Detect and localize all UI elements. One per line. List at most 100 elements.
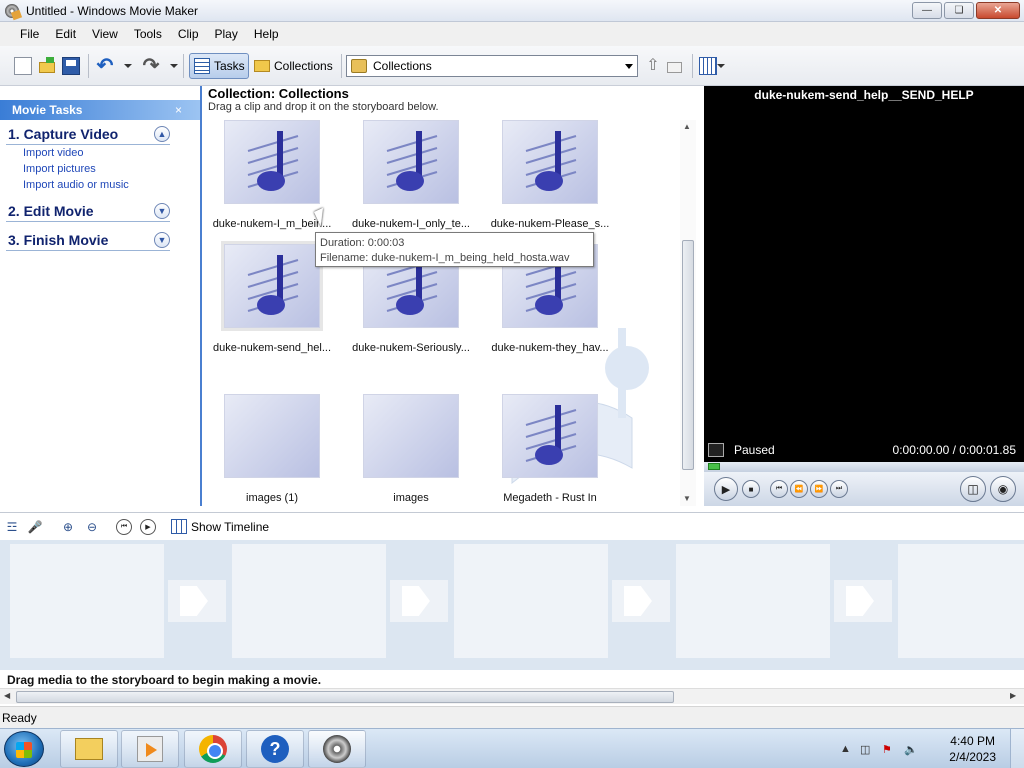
storyboard[interactable] bbox=[0, 540, 1024, 670]
action-center-icon[interactable]: ⚑ bbox=[882, 743, 892, 756]
scroll-thumb[interactable] bbox=[682, 240, 694, 470]
collections-button[interactable]: Collections bbox=[252, 53, 338, 79]
minimize-button[interactable]: — bbox=[912, 2, 942, 19]
menu-view[interactable]: View bbox=[84, 27, 126, 41]
chrome-icon bbox=[199, 735, 227, 763]
set-audio-levels-icon[interactable]: ☲ bbox=[4, 519, 20, 535]
movie-maker-app-icon[interactable] bbox=[4, 3, 23, 20]
split-clip-button[interactable]: ◫ bbox=[960, 476, 986, 502]
undo-dropdown-icon[interactable] bbox=[124, 64, 132, 68]
clip-item[interactable]: Megadeth - Rust In bbox=[480, 394, 620, 504]
tasks-button[interactable]: Tasks bbox=[189, 53, 249, 79]
show-timeline-button[interactable]: Show Timeline bbox=[171, 519, 269, 534]
clip-item[interactable]: duke-nukem-I_only_te... bbox=[341, 120, 481, 230]
collection-header: Collection: Collections Drag a clip and … bbox=[208, 86, 439, 113]
start-button[interactable] bbox=[4, 731, 44, 767]
play-storyboard-icon[interactable]: ▶ bbox=[140, 519, 156, 535]
narrate-timeline-icon[interactable]: 🎤 bbox=[27, 519, 43, 535]
open-project-icon[interactable] bbox=[38, 57, 56, 75]
play-button[interactable]: ▶ bbox=[714, 477, 738, 501]
import-video-link[interactable]: Import video bbox=[23, 147, 84, 159]
storyboard-clip-slot[interactable] bbox=[232, 544, 386, 658]
toolbar: ↶ ↷ Tasks Collections Collections ⇧ bbox=[0, 46, 1024, 86]
network-icon[interactable]: ◫ bbox=[860, 743, 870, 756]
clip-item[interactable]: duke-nukem-Please_s... bbox=[480, 120, 620, 230]
scroll-left-icon[interactable]: ◀ bbox=[4, 691, 10, 700]
taskbar-chrome[interactable] bbox=[184, 730, 242, 768]
menu-edit[interactable]: Edit bbox=[47, 27, 84, 41]
show-desktop-button[interactable] bbox=[1010, 729, 1024, 768]
menu-clip[interactable]: Clip bbox=[170, 27, 207, 41]
taskbar-media-player[interactable] bbox=[121, 730, 179, 768]
menu-help[interactable]: Help bbox=[246, 27, 287, 41]
scroll-down-icon[interactable]: ▼ bbox=[683, 494, 691, 503]
storyboard-transition-slot[interactable] bbox=[612, 580, 670, 622]
clock[interactable]: 4:40 PM 2/4/2023 bbox=[949, 733, 996, 765]
storyboard-clip-slot[interactable] bbox=[676, 544, 830, 658]
clip-item[interactable]: images (1) bbox=[202, 394, 342, 504]
close-button[interactable]: ✕ bbox=[976, 2, 1020, 19]
chevron-up-icon[interactable]: ▲ bbox=[154, 126, 170, 142]
scroll-thumb[interactable] bbox=[16, 691, 674, 703]
rewind-storyboard-icon[interactable]: ⏮ bbox=[116, 519, 132, 535]
clip-label: duke-nukem-they_hav... bbox=[491, 342, 609, 354]
save-project-icon[interactable] bbox=[62, 57, 80, 75]
seek-thumb[interactable] bbox=[708, 463, 720, 470]
redo-icon[interactable]: ↷ bbox=[142, 56, 160, 76]
stop-button[interactable]: ■ bbox=[742, 480, 760, 498]
storyboard-transition-slot[interactable] bbox=[168, 580, 226, 622]
maximize-button[interactable]: ❏ bbox=[944, 2, 974, 19]
menu-tools[interactable]: Tools bbox=[126, 27, 170, 41]
scroll-right-icon[interactable]: ▶ bbox=[1010, 691, 1016, 700]
scroll-up-icon[interactable]: ▲ bbox=[683, 122, 691, 131]
zoom-out-icon[interactable]: ⊖ bbox=[84, 519, 100, 535]
storyboard-clip-slot[interactable] bbox=[10, 544, 164, 658]
taskbar-explorer[interactable] bbox=[60, 730, 118, 768]
import-audio-link[interactable]: Import audio or music bbox=[23, 179, 129, 191]
taskbar-movie-maker[interactable] bbox=[308, 730, 366, 768]
close-tasks-pane-icon[interactable]: × bbox=[175, 103, 182, 117]
import-pictures-link[interactable]: Import pictures bbox=[23, 163, 96, 175]
storyboard-transition-slot[interactable] bbox=[390, 580, 448, 622]
zoom-in-icon[interactable]: ⊕ bbox=[60, 519, 76, 535]
show-timeline-label: Show Timeline bbox=[191, 519, 270, 534]
music-note-icon bbox=[247, 255, 299, 315]
menu-file[interactable]: File bbox=[12, 27, 47, 41]
clip-item[interactable]: images bbox=[341, 394, 481, 504]
volume-icon[interactable]: 🔈 bbox=[904, 743, 918, 756]
new-project-icon[interactable] bbox=[14, 57, 32, 75]
full-screen-icon[interactable] bbox=[708, 443, 724, 457]
collection-scrollbar[interactable]: ▲ ▼ bbox=[680, 120, 696, 506]
views-icon[interactable] bbox=[699, 57, 717, 75]
up-one-level-icon[interactable]: ⇧ bbox=[644, 57, 662, 75]
storyboard-scrollbar[interactable]: ◀ ▶ bbox=[0, 688, 1024, 704]
clip-label: images (1) bbox=[246, 492, 298, 504]
finish-movie-section[interactable]: 3. Finish Movie ▼ bbox=[6, 231, 170, 251]
redo-dropdown-icon[interactable] bbox=[170, 64, 178, 68]
fast-forward-button[interactable]: ⏩ bbox=[810, 480, 828, 498]
clip-label: images bbox=[393, 492, 429, 504]
status-text: Ready bbox=[2, 711, 37, 725]
show-hidden-icons-icon[interactable]: ▲ bbox=[840, 743, 851, 755]
new-collection-folder-icon[interactable] bbox=[666, 57, 684, 75]
storyboard-transition-slot[interactable] bbox=[834, 580, 892, 622]
chevron-down-icon[interactable]: ▼ bbox=[154, 232, 170, 248]
views-dropdown-icon[interactable] bbox=[717, 64, 725, 68]
capture-video-title: 1. Capture Video bbox=[8, 126, 119, 142]
chevron-down-icon[interactable]: ▼ bbox=[154, 203, 170, 219]
capture-video-section[interactable]: 1. Capture Video ▲ bbox=[6, 125, 170, 145]
take-picture-button[interactable]: ◉ bbox=[990, 476, 1016, 502]
seek-bar[interactable] bbox=[704, 462, 1024, 472]
next-frame-button[interactable]: ⏭ bbox=[830, 480, 848, 498]
title-bar: Untitled - Windows Movie Maker — ❏ ✕ bbox=[0, 0, 1024, 22]
previous-frame-button[interactable]: ⏮ bbox=[770, 480, 788, 498]
storyboard-clip-slot[interactable] bbox=[454, 544, 608, 658]
movie-maker-icon bbox=[323, 735, 351, 763]
undo-icon[interactable]: ↶ bbox=[96, 56, 114, 76]
menu-play[interactable]: Play bbox=[207, 27, 246, 41]
rewind-button[interactable]: ⏪ bbox=[790, 480, 808, 498]
edit-movie-section[interactable]: 2. Edit Movie ▼ bbox=[6, 202, 170, 222]
collection-select[interactable]: Collections bbox=[346, 55, 638, 77]
storyboard-clip-slot[interactable] bbox=[898, 544, 1024, 658]
taskbar-help[interactable]: ? bbox=[246, 730, 304, 768]
